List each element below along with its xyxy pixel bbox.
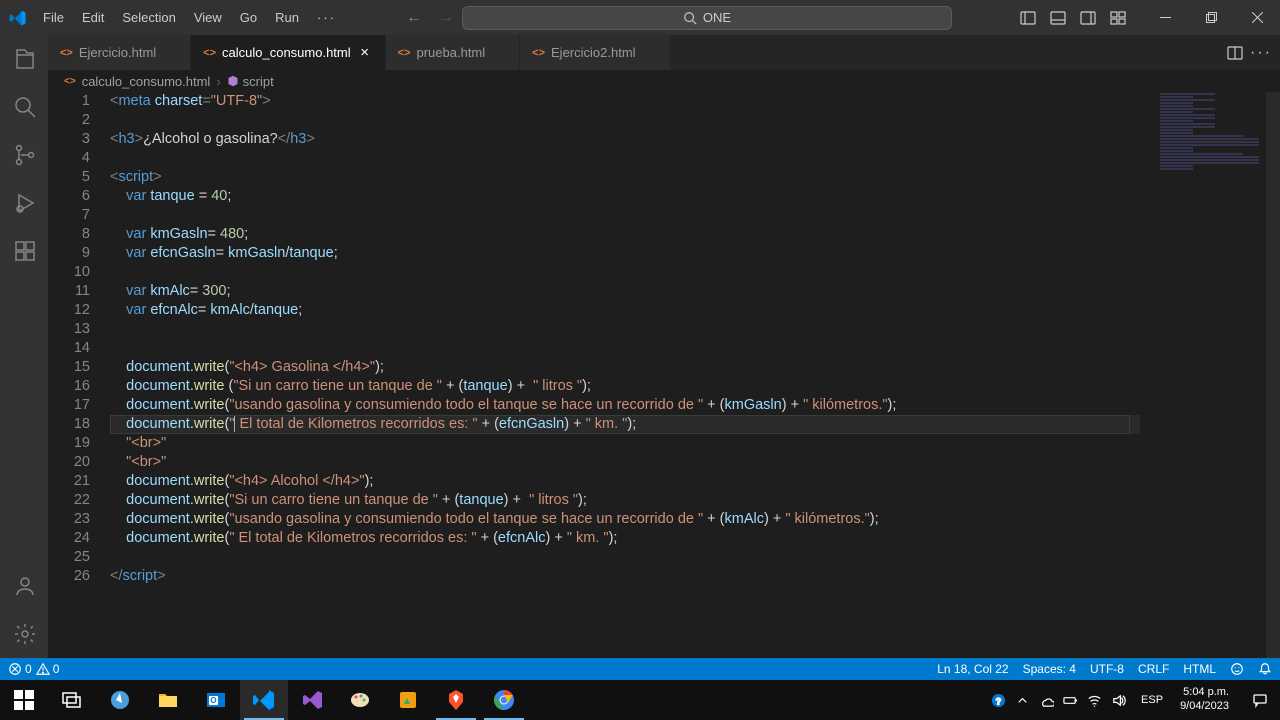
search-icon[interactable]: [0, 83, 48, 131]
menu-view[interactable]: View: [186, 6, 230, 29]
html-file-icon: <>: [60, 47, 73, 59]
tab-label: Ejercicio.html: [79, 45, 156, 60]
status-indentation[interactable]: Spaces: 4: [1023, 662, 1076, 676]
window-close-icon[interactable]: [1234, 0, 1280, 35]
status-bar: 0 0 Ln 18, Col 22 Spaces: 4 UTF-8 CRLF H…: [0, 658, 1280, 680]
script-icon: [227, 75, 239, 87]
svg-text:O: O: [210, 696, 216, 705]
nav-back-icon[interactable]: ←: [406, 9, 422, 27]
extensions-icon[interactable]: [0, 227, 48, 275]
file-explorer-icon[interactable]: [144, 680, 192, 720]
tab-label: prueba.html: [417, 45, 486, 60]
window-maximize-icon[interactable]: [1188, 0, 1234, 35]
status-feedback-icon[interactable]: [1230, 662, 1244, 676]
menu-more-icon[interactable]: ···: [309, 6, 344, 29]
status-warnings[interactable]: 0: [36, 662, 60, 676]
tab-prueba[interactable]: <>prueba.html×: [386, 35, 521, 70]
code-editor[interactable]: 1234567891011121314151617181920212223242…: [48, 92, 1280, 658]
more-actions-icon[interactable]: ···: [1250, 42, 1272, 64]
customize-layout-icon[interactable]: [1104, 4, 1132, 32]
taskbar-app-2[interactable]: [384, 680, 432, 720]
vscode-icon[interactable]: [240, 680, 288, 720]
accounts-icon[interactable]: [0, 562, 48, 610]
windows-taskbar: O ? ESP 5:04 p.m. 9/04/2023: [0, 680, 1280, 720]
tab-calculo-consumo[interactable]: <> calculo_consumo.html ×: [191, 35, 385, 70]
search-text: ONE: [703, 10, 731, 25]
nav-forward-icon[interactable]: →: [438, 9, 454, 27]
search-icon: [683, 11, 697, 25]
menu-selection[interactable]: Selection: [114, 6, 183, 29]
explorer-icon[interactable]: [0, 35, 48, 83]
menu-edit[interactable]: Edit: [74, 6, 112, 29]
breadcrumb-file: calculo_consumo.html: [82, 74, 211, 89]
minimap[interactable]: [1156, 92, 1266, 658]
menu-file[interactable]: File: [35, 6, 72, 29]
source-control-icon[interactable]: [0, 131, 48, 179]
line-numbers-gutter: 1234567891011121314151617181920212223242…: [48, 92, 110, 658]
system-tray[interactable]: ?: [985, 693, 1132, 708]
menu-run[interactable]: Run: [267, 6, 307, 29]
run-debug-icon[interactable]: [0, 179, 48, 227]
taskbar-clock[interactable]: 5:04 p.m. 9/04/2023: [1172, 686, 1237, 714]
html-file-icon: <>: [398, 47, 411, 59]
html-file-icon: <>: [203, 47, 216, 59]
paint-icon[interactable]: [336, 680, 384, 720]
language-indicator[interactable]: ESP: [1135, 694, 1169, 706]
visual-studio-icon[interactable]: [288, 680, 336, 720]
chrome-browser-icon[interactable]: [480, 680, 528, 720]
settings-gear-icon[interactable]: [0, 610, 48, 658]
menu-bar: File Edit Selection View Go Run ···: [35, 6, 344, 29]
status-language[interactable]: HTML: [1183, 662, 1216, 676]
editor-area: <> Ejercicio.html × <> calculo_consumo.html…: [48, 35, 1280, 658]
warning-icon: [36, 662, 50, 676]
battery-icon[interactable]: [1063, 693, 1078, 708]
breadcrumb-symbol: script: [243, 74, 274, 89]
html-file-icon: <>: [532, 47, 545, 59]
status-eol[interactable]: CRLF: [1138, 662, 1169, 676]
window-minimize-icon[interactable]: [1142, 0, 1188, 35]
command-center-search[interactable]: ONE: [462, 6, 952, 30]
brave-browser-icon[interactable]: [432, 680, 480, 720]
tab-ejercicio2[interactable]: <>Ejercicio2.html×: [520, 35, 670, 70]
close-icon[interactable]: ×: [357, 45, 373, 61]
volume-icon[interactable]: [1111, 693, 1126, 708]
toggle-panel-icon[interactable]: [1044, 4, 1072, 32]
tab-ejercicio[interactable]: <>Ejercicio.html×: [48, 35, 191, 70]
vertical-scrollbar[interactable]: [1266, 92, 1280, 658]
outlook-icon[interactable]: O: [192, 680, 240, 720]
wifi-icon[interactable]: [1087, 693, 1102, 708]
menu-go[interactable]: Go: [232, 6, 265, 29]
chevron-right-icon: ›: [216, 74, 220, 89]
code-content[interactable]: <meta charset="UTF-8"> <h3>¿Alcohol o ga…: [110, 92, 1280, 658]
toggle-sidebar-left-icon[interactable]: [1014, 4, 1042, 32]
vscode-logo-icon: [0, 9, 35, 27]
split-editor-icon[interactable]: [1224, 42, 1246, 64]
svg-text:?: ?: [996, 696, 1002, 706]
tab-label: calculo_consumo.html: [222, 45, 351, 60]
html-file-icon: <>: [64, 76, 76, 87]
tab-label: Ejercicio2.html: [551, 45, 636, 60]
start-button[interactable]: [0, 680, 48, 720]
action-center-icon[interactable]: [1240, 680, 1280, 720]
taskbar-app-1[interactable]: [96, 680, 144, 720]
title-bar: File Edit Selection View Go Run ··· ← → …: [0, 0, 1280, 35]
toggle-sidebar-right-icon[interactable]: [1074, 4, 1102, 32]
chevron-up-icon[interactable]: [1015, 693, 1030, 708]
error-icon: [8, 662, 22, 676]
editor-tabs: <> Ejercicio.html × <> calculo_consumo.html…: [48, 35, 1280, 70]
help-icon[interactable]: ?: [991, 693, 1006, 708]
activity-bar: [0, 35, 48, 658]
status-errors[interactable]: 0: [8, 662, 32, 676]
status-notifications-icon[interactable]: [1258, 662, 1272, 676]
breadcrumb[interactable]: <> calculo_consumo.html › script: [48, 70, 1280, 92]
task-view-icon[interactable]: [48, 680, 96, 720]
status-encoding[interactable]: UTF-8: [1090, 662, 1124, 676]
onedrive-icon[interactable]: [1039, 693, 1054, 708]
status-cursor-position[interactable]: Ln 18, Col 22: [937, 662, 1008, 676]
